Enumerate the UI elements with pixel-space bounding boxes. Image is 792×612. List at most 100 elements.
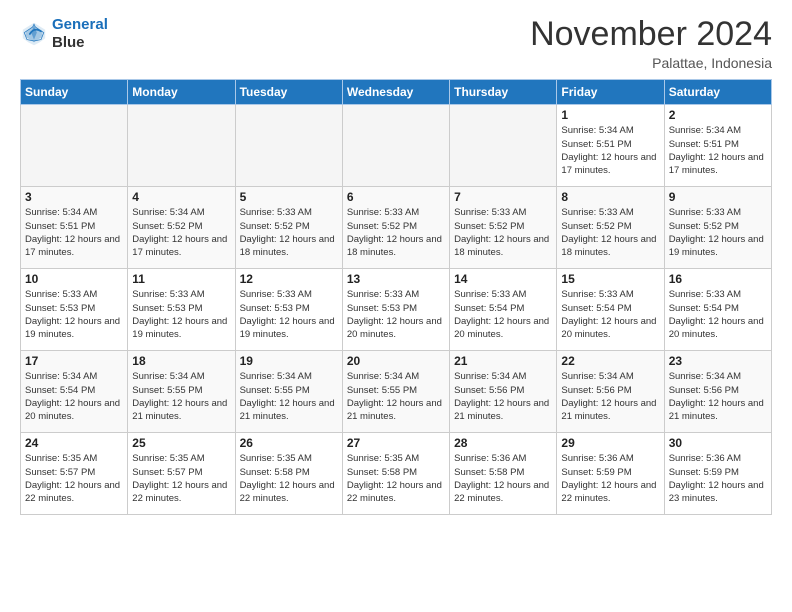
day-number: 30 bbox=[669, 436, 767, 450]
day-info: Sunrise: 5:34 AMSunset: 5:56 PMDaylight:… bbox=[454, 370, 552, 423]
day-info: Sunrise: 5:35 AMSunset: 5:57 PMDaylight:… bbox=[132, 452, 230, 505]
weekday-header: Tuesday bbox=[235, 80, 342, 105]
calendar-cell: 18 Sunrise: 5:34 AMSunset: 5:55 PMDayligh… bbox=[128, 351, 235, 433]
day-number: 27 bbox=[347, 436, 445, 450]
day-info: Sunrise: 5:33 AMSunset: 5:54 PMDaylight:… bbox=[454, 288, 552, 341]
calendar-week-row: 24 Sunrise: 5:35 AMSunset: 5:57 PMDayligh… bbox=[21, 433, 772, 515]
calendar-cell: 21 Sunrise: 5:34 AMSunset: 5:56 PMDayligh… bbox=[450, 351, 557, 433]
logo-text: General Blue bbox=[52, 16, 108, 52]
day-info: Sunrise: 5:33 AMSunset: 5:52 PMDaylight:… bbox=[240, 206, 338, 259]
calendar-week-row: 3 Sunrise: 5:34 AMSunset: 5:51 PMDaylight… bbox=[21, 187, 772, 269]
day-number: 2 bbox=[669, 108, 767, 122]
calendar-cell: 6 Sunrise: 5:33 AMSunset: 5:52 PMDaylight… bbox=[342, 187, 449, 269]
day-info: Sunrise: 5:33 AMSunset: 5:53 PMDaylight:… bbox=[132, 288, 230, 341]
calendar-week-row: 1 Sunrise: 5:34 AMSunset: 5:51 PMDaylight… bbox=[21, 105, 772, 187]
calendar-cell: 19Sunrise: 5:34 AMSunset: 5:55 PMDayligh… bbox=[235, 351, 342, 433]
day-info: Sunrise: 5:33 AMSunset: 5:52 PMDaylight:… bbox=[347, 206, 445, 259]
day-info: Sunrise: 5:35 AMSunset: 5:58 PMDaylight:… bbox=[240, 452, 338, 505]
day-number: 5 bbox=[240, 190, 338, 204]
day-info: Sunrise: 5:33 AMSunset: 5:54 PMDaylight:… bbox=[561, 288, 659, 341]
day-info: Sunrise: 5:33 AMSunset: 5:52 PMDaylight:… bbox=[561, 206, 659, 259]
day-number: 28 bbox=[454, 436, 552, 450]
calendar-cell: 7 Sunrise: 5:33 AMSunset: 5:52 PMDaylight… bbox=[450, 187, 557, 269]
day-number: 1 bbox=[561, 108, 659, 122]
calendar-cell: 2 Sunrise: 5:34 AMSunset: 5:51 PMDaylight… bbox=[664, 105, 771, 187]
day-number: 14 bbox=[454, 272, 552, 286]
calendar-header-row: SundayMondayTuesdayWednesdayThursdayFrid… bbox=[21, 80, 772, 105]
calendar-cell: 30Sunrise: 5:36 AMSunset: 5:59 PMDayligh… bbox=[664, 433, 771, 515]
calendar-cell bbox=[128, 105, 235, 187]
calendar-week-row: 10Sunrise: 5:33 AMSunset: 5:53 PMDayligh… bbox=[21, 269, 772, 351]
calendar-cell: 25 Sunrise: 5:35 AMSunset: 5:57 PMDayligh… bbox=[128, 433, 235, 515]
day-info: Sunrise: 5:34 AMSunset: 5:55 PMDaylight:… bbox=[132, 370, 230, 423]
day-number: 3 bbox=[25, 190, 123, 204]
logo-line2: Blue bbox=[52, 34, 108, 52]
day-number: 26 bbox=[240, 436, 338, 450]
day-info: Sunrise: 5:34 AMSunset: 5:56 PMDaylight:… bbox=[561, 370, 659, 423]
calendar-cell: 27 Sunrise: 5:35 AMSunset: 5:58 PMDayligh… bbox=[342, 433, 449, 515]
calendar-cell: 15 Sunrise: 5:33 AMSunset: 5:54 PMDayligh… bbox=[557, 269, 664, 351]
day-number: 21 bbox=[454, 354, 552, 368]
calendar-cell: 28 Sunrise: 5:36 AMSunset: 5:58 PMDayligh… bbox=[450, 433, 557, 515]
day-number: 20 bbox=[347, 354, 445, 368]
day-info: Sunrise: 5:33 AMSunset: 5:54 PMDaylight:… bbox=[669, 288, 767, 341]
day-info: Sunrise: 5:33 AMSunset: 5:52 PMDaylight:… bbox=[454, 206, 552, 259]
day-number: 22 bbox=[561, 354, 659, 368]
weekday-header: Monday bbox=[128, 80, 235, 105]
calendar-cell: 10Sunrise: 5:33 AMSunset: 5:53 PMDayligh… bbox=[21, 269, 128, 351]
calendar-cell: 12 Sunrise: 5:33 AMSunset: 5:53 PMDayligh… bbox=[235, 269, 342, 351]
calendar-cell: 3 Sunrise: 5:34 AMSunset: 5:51 PMDaylight… bbox=[21, 187, 128, 269]
day-info: Sunrise: 5:33 AMSunset: 5:53 PMDaylight:… bbox=[25, 288, 123, 341]
day-number: 6 bbox=[347, 190, 445, 204]
weekday-header: Sunday bbox=[21, 80, 128, 105]
day-info: Sunrise: 5:33 AMSunset: 5:53 PMDaylight:… bbox=[240, 288, 338, 341]
calendar-cell: 14 Sunrise: 5:33 AMSunset: 5:54 PMDayligh… bbox=[450, 269, 557, 351]
day-number: 12 bbox=[240, 272, 338, 286]
calendar-cell bbox=[235, 105, 342, 187]
day-number: 24 bbox=[25, 436, 123, 450]
calendar-cell: 20 Sunrise: 5:34 AMSunset: 5:55 PMDayligh… bbox=[342, 351, 449, 433]
day-number: 15 bbox=[561, 272, 659, 286]
day-number: 17 bbox=[25, 354, 123, 368]
day-info: Sunrise: 5:34 AMSunset: 5:51 PMDaylight:… bbox=[561, 124, 659, 177]
day-info: Sunrise: 5:34 AMSunset: 5:51 PMDaylight:… bbox=[25, 206, 123, 259]
weekday-header: Friday bbox=[557, 80, 664, 105]
calendar-cell: 22 Sunrise: 5:34 AMSunset: 5:56 PMDayligh… bbox=[557, 351, 664, 433]
day-info: Sunrise: 5:34 AMSunset: 5:54 PMDaylight:… bbox=[25, 370, 123, 423]
calendar-cell: 8Sunrise: 5:33 AMSunset: 5:52 PMDaylight… bbox=[557, 187, 664, 269]
calendar-cell bbox=[21, 105, 128, 187]
title-block: November 2024 Palattae, Indonesia bbox=[530, 16, 772, 71]
weekday-header: Wednesday bbox=[342, 80, 449, 105]
day-number: 23 bbox=[669, 354, 767, 368]
day-number: 11 bbox=[132, 272, 230, 286]
calendar-cell: 24 Sunrise: 5:35 AMSunset: 5:57 PMDayligh… bbox=[21, 433, 128, 515]
calendar-cell: 29Sunrise: 5:36 AMSunset: 5:59 PMDayligh… bbox=[557, 433, 664, 515]
logo-line1: General bbox=[52, 16, 108, 33]
day-info: Sunrise: 5:36 AMSunset: 5:58 PMDaylight:… bbox=[454, 452, 552, 505]
header: General Blue November 2024 Palattae, Ind… bbox=[20, 16, 772, 71]
page: General Blue November 2024 Palattae, Ind… bbox=[0, 0, 792, 531]
logo: General Blue bbox=[20, 16, 108, 52]
day-number: 25 bbox=[132, 436, 230, 450]
day-number: 16 bbox=[669, 272, 767, 286]
day-number: 7 bbox=[454, 190, 552, 204]
day-info: Sunrise: 5:34 AMSunset: 5:51 PMDaylight:… bbox=[669, 124, 767, 177]
day-info: Sunrise: 5:35 AMSunset: 5:57 PMDaylight:… bbox=[25, 452, 123, 505]
logo-icon bbox=[20, 20, 48, 48]
calendar-cell: 23Sunrise: 5:34 AMSunset: 5:56 PMDayligh… bbox=[664, 351, 771, 433]
calendar-cell: 16 Sunrise: 5:33 AMSunset: 5:54 PMDayligh… bbox=[664, 269, 771, 351]
day-info: Sunrise: 5:35 AMSunset: 5:58 PMDaylight:… bbox=[347, 452, 445, 505]
calendar-cell bbox=[342, 105, 449, 187]
subtitle: Palattae, Indonesia bbox=[530, 55, 772, 71]
calendar-cell: 4Sunrise: 5:34 AMSunset: 5:52 PMDaylight… bbox=[128, 187, 235, 269]
day-number: 9 bbox=[669, 190, 767, 204]
day-info: Sunrise: 5:33 AMSunset: 5:53 PMDaylight:… bbox=[347, 288, 445, 341]
day-number: 13 bbox=[347, 272, 445, 286]
day-info: Sunrise: 5:34 AMSunset: 5:55 PMDaylight:… bbox=[347, 370, 445, 423]
calendar-cell: 5 Sunrise: 5:33 AMSunset: 5:52 PMDaylight… bbox=[235, 187, 342, 269]
calendar-cell: 26 Sunrise: 5:35 AMSunset: 5:58 PMDayligh… bbox=[235, 433, 342, 515]
day-number: 18 bbox=[132, 354, 230, 368]
calendar-cell: 9Sunrise: 5:33 AMSunset: 5:52 PMDaylight… bbox=[664, 187, 771, 269]
calendar-cell: 11 Sunrise: 5:33 AMSunset: 5:53 PMDayligh… bbox=[128, 269, 235, 351]
month-title: November 2024 bbox=[530, 16, 772, 53]
